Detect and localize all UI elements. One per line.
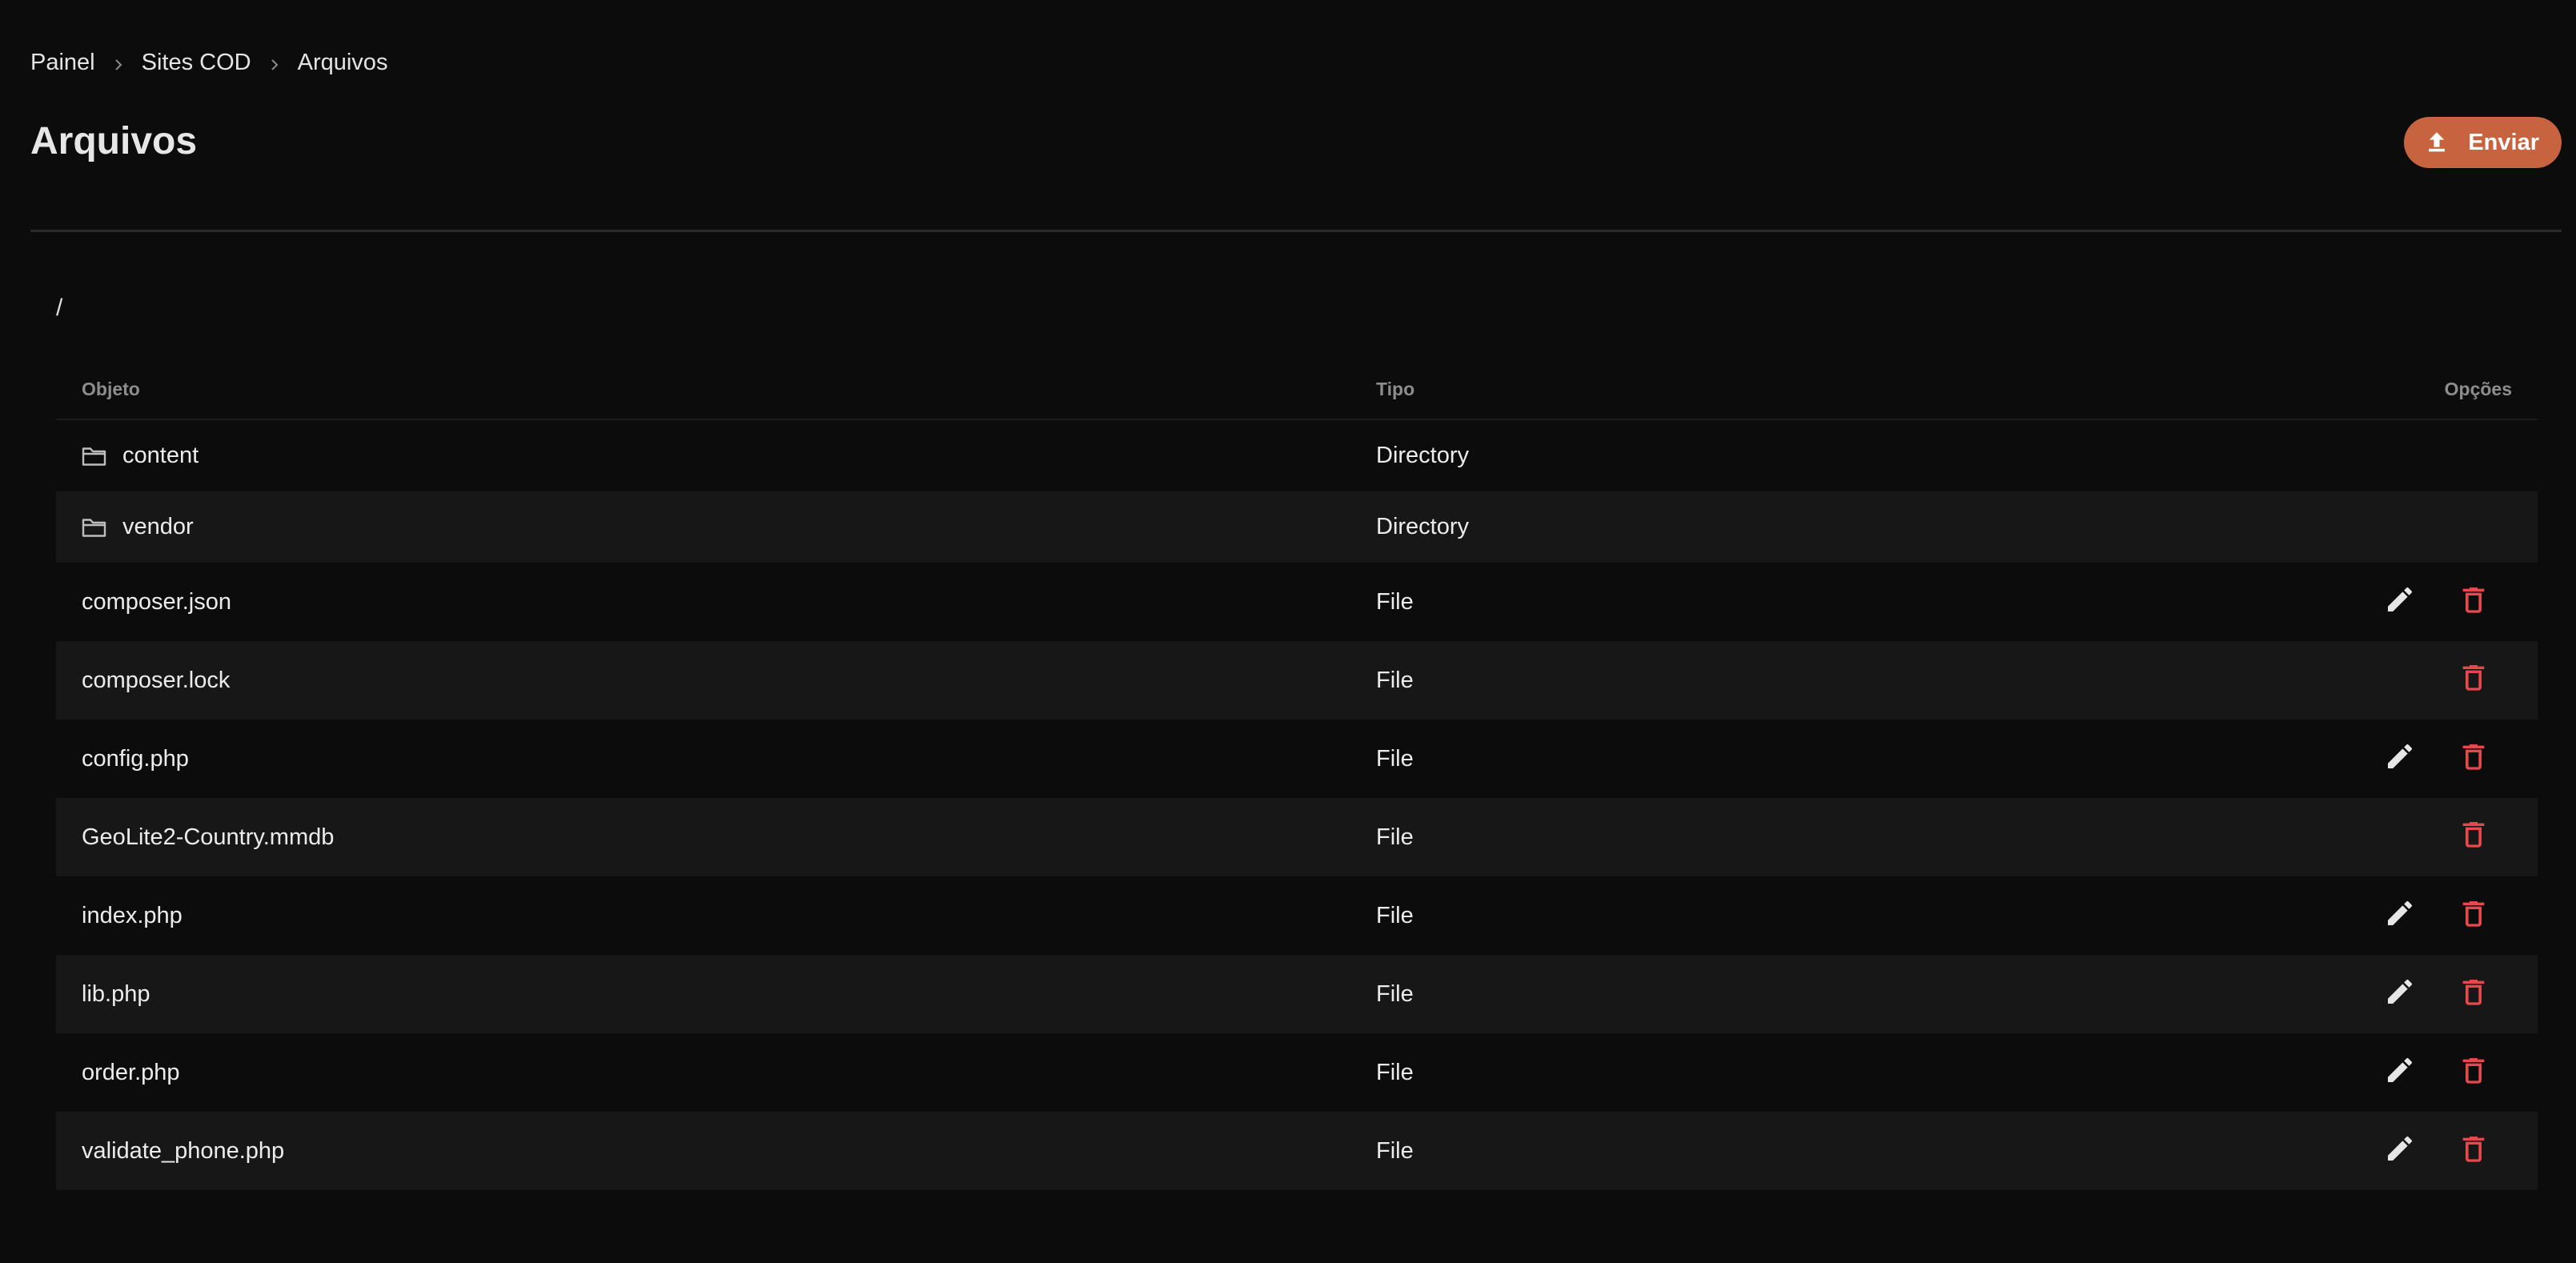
table-row[interactable]: content Directory — [56, 419, 2538, 491]
file-table-body: content Directory vendor Directory composer.… — [56, 419, 2538, 1190]
type-cell: File — [1376, 1137, 1414, 1164]
file-name[interactable]: validate_phone.php — [82, 1138, 284, 1165]
object-cell: composer.lock — [56, 641, 1350, 720]
trash-icon[interactable] — [2456, 816, 2491, 852]
options-cell — [2257, 955, 2538, 1033]
breadcrumb-item-sites-cod[interactable]: Sites COD — [142, 50, 251, 76]
options-cell — [2257, 641, 2538, 720]
table-row[interactable]: vendor Directory — [56, 491, 2538, 563]
header-divider — [30, 230, 2562, 232]
object-cell: lib.php — [56, 955, 1350, 1033]
file-name[interactable]: composer.lock — [82, 668, 230, 694]
pencil-icon[interactable] — [2382, 739, 2418, 774]
file-name[interactable]: index.php — [82, 903, 183, 929]
options-cell — [2257, 720, 2538, 798]
type-cell: File — [1376, 980, 1414, 1007]
upload-button[interactable]: Enviar — [2404, 117, 2562, 168]
folder-icon — [82, 446, 106, 467]
file-manager-page: Painel Sites COD Arquivos Arquivos Envia… — [0, 0, 2576, 1263]
type-cell: File — [1376, 667, 1414, 693]
file-table: Objeto Tipo Opções content Directory vendo… — [56, 360, 2538, 1190]
chevron-right-icon — [113, 57, 124, 70]
table-row: composer.json File — [56, 563, 2538, 641]
trash-icon[interactable] — [2456, 896, 2491, 931]
options-cell — [2257, 419, 2538, 491]
object-cell: vendor — [56, 491, 1350, 563]
upload-button-label: Enviar — [2468, 129, 2539, 155]
trash-icon[interactable] — [2456, 1052, 2491, 1088]
pencil-icon[interactable] — [2382, 1052, 2418, 1088]
table-header-row: Objeto Tipo Opções — [56, 360, 2538, 420]
file-name[interactable]: lib.php — [82, 981, 150, 1008]
table-row: order.php File — [56, 1033, 2538, 1112]
object-cell: composer.json — [56, 563, 1350, 641]
file-name[interactable]: GeoLite2-Country.mmdb — [82, 824, 334, 851]
object-cell: validate_phone.php — [56, 1112, 1350, 1190]
breadcrumb-item-painel[interactable]: Painel — [30, 50, 95, 76]
table-row: GeoLite2-Country.mmdb File — [56, 798, 2538, 876]
directory-name[interactable]: content — [122, 443, 199, 469]
type-cell: Directory — [1376, 443, 1470, 468]
options-cell — [2257, 876, 2538, 955]
file-name[interactable]: config.php — [82, 746, 189, 772]
options-cell — [2257, 491, 2538, 563]
current-path: / — [56, 295, 63, 321]
table-row: index.php File — [56, 876, 2538, 955]
pencil-icon[interactable] — [2382, 582, 2418, 617]
object-cell: order.php — [56, 1033, 1350, 1112]
options-cell — [2257, 1033, 2538, 1112]
options-spacer — [2382, 816, 2418, 852]
trash-icon[interactable] — [2456, 660, 2491, 695]
options-cell — [2257, 798, 2538, 876]
upload-icon — [2423, 129, 2450, 156]
table-row: config.php File — [56, 720, 2538, 798]
pencil-icon[interactable] — [2382, 1131, 2418, 1166]
breadcrumb: Painel Sites COD Arquivos — [30, 45, 387, 80]
table-row: validate_phone.php File — [56, 1112, 2538, 1190]
table-row: composer.lock File — [56, 641, 2538, 720]
breadcrumb-item-arquivos: Arquivos — [297, 49, 388, 75]
column-header-type: Tipo — [1350, 360, 2257, 420]
trash-icon[interactable] — [2456, 974, 2491, 1009]
page-title: Arquivos — [30, 120, 198, 162]
object-cell: content — [56, 419, 1350, 491]
object-cell: config.php — [56, 720, 1350, 798]
directory-name[interactable]: vendor — [122, 514, 194, 540]
pencil-icon[interactable] — [2382, 896, 2418, 931]
type-cell: File — [1376, 824, 1414, 850]
column-header-options: Opções — [2257, 360, 2538, 420]
trash-icon[interactable] — [2456, 1131, 2491, 1166]
trash-icon[interactable] — [2456, 739, 2491, 774]
type-cell: File — [1376, 1059, 1414, 1085]
type-cell: Directory — [1376, 514, 1470, 539]
options-cell — [2257, 563, 2538, 641]
file-name[interactable]: composer.json — [82, 589, 231, 615]
type-cell: File — [1376, 745, 1414, 772]
options-cell — [2257, 1112, 2538, 1190]
file-name[interactable]: order.php — [82, 1060, 180, 1086]
chevron-right-icon — [269, 57, 280, 70]
type-cell: File — [1376, 902, 1414, 928]
pencil-icon[interactable] — [2382, 974, 2418, 1009]
object-cell: GeoLite2-Country.mmdb — [56, 798, 1350, 876]
trash-icon[interactable] — [2456, 582, 2491, 617]
table-row: lib.php File — [56, 955, 2538, 1033]
column-header-object: Objeto — [56, 360, 1350, 420]
type-cell: File — [1376, 588, 1414, 615]
folder-icon — [82, 517, 106, 538]
object-cell: index.php — [56, 876, 1350, 955]
options-spacer — [2382, 660, 2418, 695]
